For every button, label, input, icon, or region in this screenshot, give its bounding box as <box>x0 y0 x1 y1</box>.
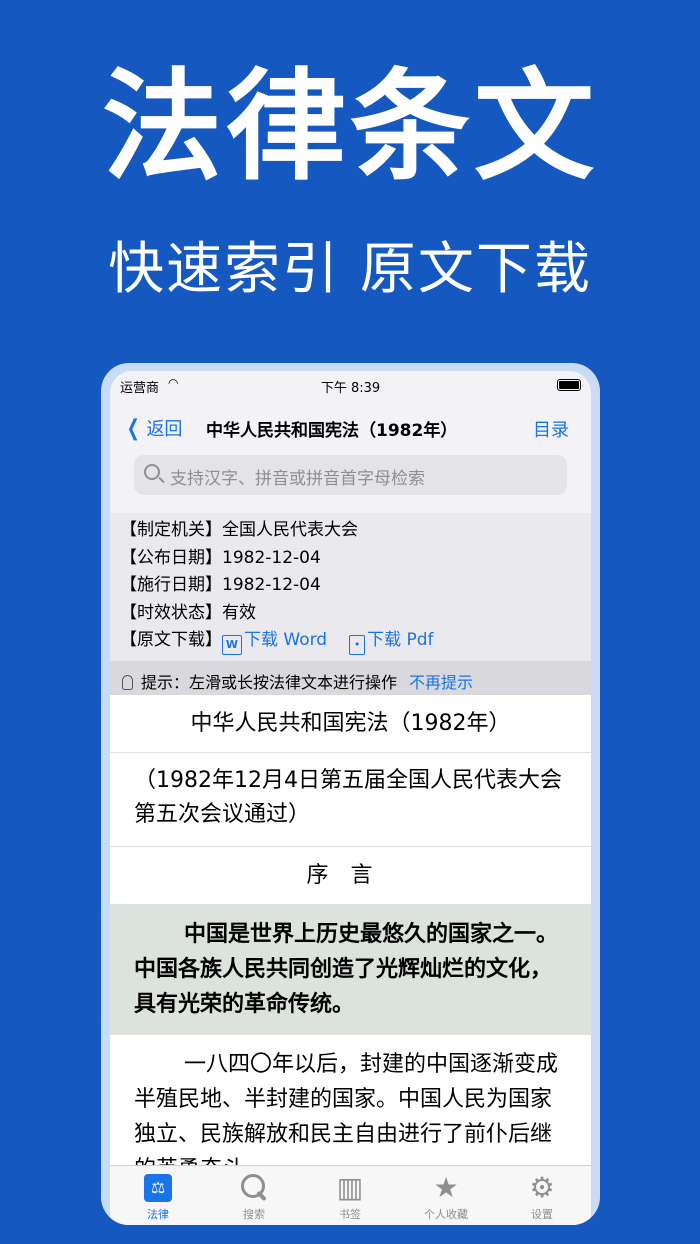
meta-download: 【原文下载】 W 下载 Word • 下载 Pdf <box>120 627 591 655</box>
lightbulb-icon <box>122 675 133 690</box>
law-content[interactable]: 中华人民共和国宪法（1982年） （1982年12月4日第五届全国人民代表大会第… <box>110 695 591 1195</box>
page-title: 中华人民共和国宪法（1982年） <box>206 421 458 441</box>
clock: 下午 8:39 <box>320 381 381 396</box>
navigation-bar: ❮ 返回 中华人民共和国宪法（1982年） 目录 <box>110 401 591 449</box>
back-label: 返回 <box>146 419 183 440</box>
promo-subline: 快速索引 原文下载 <box>108 237 592 302</box>
search-input[interactable]: 支持汉字、拼音或拼音首字母检索 <box>134 455 567 495</box>
law-title[interactable]: 中华人民共和国宪法（1982年） <box>110 695 591 753</box>
download-pdf-link[interactable]: • 下载 Pdf <box>327 630 434 655</box>
meta-status: 【时效状态】有效 <box>120 600 591 628</box>
back-button[interactable]: ❮ 返回 <box>124 415 183 441</box>
tip-text: 提示：左滑或长按法律文本进行操作 <box>141 673 398 692</box>
tab-favorites-label: 个人收藏 <box>424 1208 468 1221</box>
tab-bookmarks[interactable]: ▥ 书签 <box>302 1172 398 1222</box>
meta-authority-label: 【制定机关】 <box>120 520 222 540</box>
app-screen: 运营商 ◠ 下午 8:39 ❮ 返回 中华人民共和国宪法（1982年） 目录 支持… <box>110 371 591 1225</box>
gear-icon: ⚙ <box>529 1171 555 1204</box>
tab-law[interactable]: ⚖ 法律 <box>110 1172 206 1222</box>
download-word-link[interactable]: W 下载 Word <box>222 630 328 655</box>
meta-published: 【公布日期】1982-12-04 <box>120 545 591 573</box>
phone-frame: 运营商 ◠ 下午 8:39 ❮ 返回 中华人民共和国宪法（1982年） 目录 支持… <box>101 363 600 1225</box>
meta-published-value: 1982-12-04 <box>222 547 321 568</box>
download-word-label: 下载 Word <box>244 630 328 650</box>
promo-headline: 法律条文 <box>102 58 598 197</box>
meta-download-label: 【原文下载】 <box>120 630 222 650</box>
paragraph-highlighted[interactable]: 中国是世界上历史最悠久的国家之一。中国各族人民共同创造了光辉灿烂的文化，具有光荣… <box>110 905 591 1035</box>
meta-status-value: 有效 <box>222 602 256 623</box>
book-icon: ▥ <box>336 1171 364 1204</box>
star-icon: ★ <box>433 1171 459 1204</box>
tab-search[interactable]: 搜索 <box>206 1172 302 1222</box>
download-pdf-label: 下载 Pdf <box>367 630 434 650</box>
meta-effective-value: 1982-12-04 <box>222 575 321 595</box>
meta-authority: 【制定机关】全国人民代表大会 <box>120 517 591 545</box>
tab-law-label: 法律 <box>147 1208 169 1221</box>
preamble-heading[interactable]: 序言 <box>110 847 591 905</box>
word-file-icon: W <box>222 635 242 655</box>
dismiss-tip-button[interactable]: 不再提示 <box>409 673 473 692</box>
search-icon <box>239 1172 269 1204</box>
meta-published-label: 【公布日期】 <box>120 547 222 568</box>
meta-effective-label: 【施行日期】 <box>120 575 222 595</box>
search-icon <box>144 464 160 480</box>
law-metadata: 【制定机关】全国人民代表大会 【公布日期】1982-12-04 【施行日期】19… <box>110 513 591 661</box>
meta-effective: 【施行日期】1982-12-04 <box>120 572 591 600</box>
pdf-file-icon: • <box>349 635 366 655</box>
tip-bar: 提示：左滑或长按法律文本进行操作 不再提示 <box>110 661 591 695</box>
battery-icon <box>557 379 581 391</box>
tab-settings-label: 设置 <box>531 1208 553 1221</box>
tab-favorites[interactable]: ★ 个人收藏 <box>398 1172 494 1222</box>
toc-button[interactable]: 目录 <box>533 416 569 442</box>
adoption-note[interactable]: （1982年12月4日第五届全国人民代表大会第五次会议通过） <box>110 753 591 847</box>
search-placeholder: 支持汉字、拼音或拼音首字母检索 <box>170 469 425 489</box>
tab-settings[interactable]: ⚙ 设置 <box>494 1172 590 1222</box>
tab-bookmarks-label: 书签 <box>339 1208 361 1221</box>
tab-bar: ⚖ 法律 搜索 ▥ 书签 ★ 个人收藏 ⚙ 设置 <box>110 1165 591 1225</box>
meta-authority-value: 全国人民代表大会 <box>222 520 358 540</box>
meta-status-label: 【时效状态】 <box>120 602 222 623</box>
status-bar: 运营商 ◠ 下午 8:39 <box>110 371 591 399</box>
law-icon: ⚖ <box>144 1174 172 1202</box>
chevron-left-icon: ❮ <box>126 416 140 441</box>
tab-search-label: 搜索 <box>243 1208 265 1221</box>
